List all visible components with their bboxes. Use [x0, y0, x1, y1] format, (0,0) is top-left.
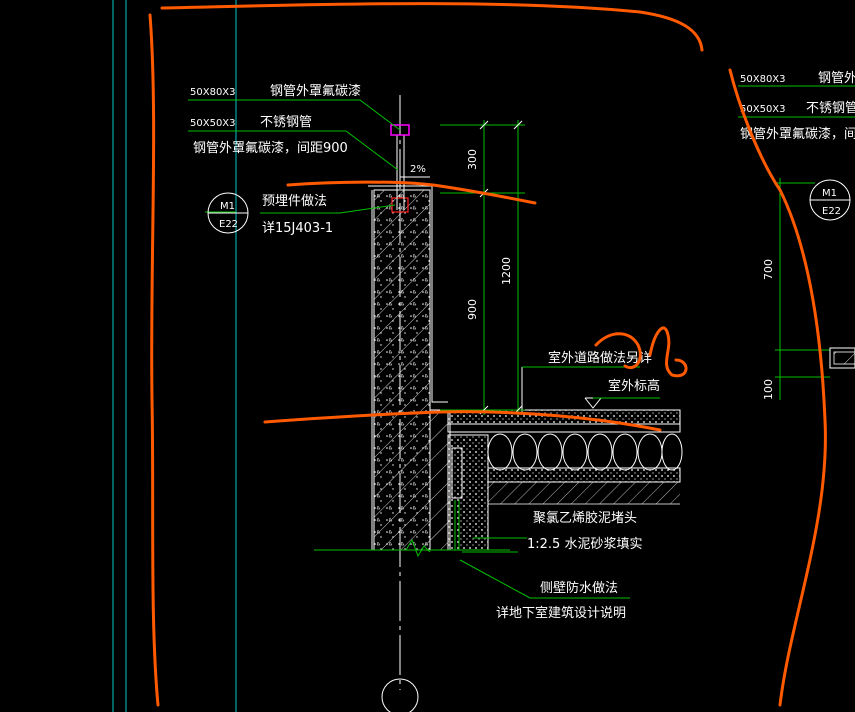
slope-label: 2% [410, 164, 426, 175]
label-post-spec: 50X50X3 [190, 118, 236, 129]
right-coating-spacing: 钢管外罩氟碳漆，间距 [740, 126, 855, 142]
axis-lines [112, 0, 237, 712]
dim-900: 900 [466, 299, 479, 320]
detail-callout-left: M1 E22 [207, 192, 249, 234]
right-post-spec: 50X50X3 [740, 104, 786, 115]
label-outdoor-grade: 室外标高 [608, 378, 660, 394]
waterproof-layer [447, 434, 489, 551]
dim-1200: 1200 [500, 257, 513, 285]
grade-marker [584, 397, 603, 409]
callout-num: M1 [220, 201, 235, 212]
label-embed-item: 预埋件做法 [262, 194, 327, 209]
cad-drawing-canvas: 300 1200 900 2% M1 E22 50X80X3 钢管外罩氟碳漆 5… [112, 0, 855, 712]
retaining-wall [368, 185, 451, 551]
label-embed-ref: 详15J403-1 [262, 221, 333, 236]
callout-sheet: E22 [219, 219, 238, 230]
markup-outline-left [148, 13, 160, 707]
label-rail-coating: 钢管外罩氟碳漆 [270, 83, 361, 99]
label-rail-spec: 50X80X3 [190, 87, 236, 98]
right-post-material: 不锈钢管 [806, 101, 855, 116]
markup-outline-top [160, 2, 704, 52]
label-side-waterproof: 侧壁防水做法 [540, 580, 618, 596]
markup-strokes [148, 2, 827, 707]
dim-100: 100 [762, 379, 775, 400]
right-rail-coating: 钢管外罩 [818, 71, 855, 86]
label-post-material: 不锈钢管 [260, 115, 312, 130]
label-post-coating: 钢管外罩氟碳漆，间距900 [193, 140, 348, 156]
dim-700: 700 [762, 259, 775, 280]
markup-outline-right [728, 68, 827, 707]
label-mortar-fill: 1:2.5 水泥砂浆填实 [527, 537, 642, 552]
label-basement-ref: 详地下室建筑设计说明 [496, 605, 626, 621]
label-pvc-plug: 聚氯乙烯胶泥堵头 [533, 510, 637, 526]
right-callout-num: M1 [822, 188, 837, 199]
cobble-layer [487, 433, 683, 471]
right-callout-sheet: E22 [822, 206, 841, 217]
right-rail-spec: 50X80X3 [740, 74, 786, 85]
dim-300: 300 [466, 149, 479, 170]
